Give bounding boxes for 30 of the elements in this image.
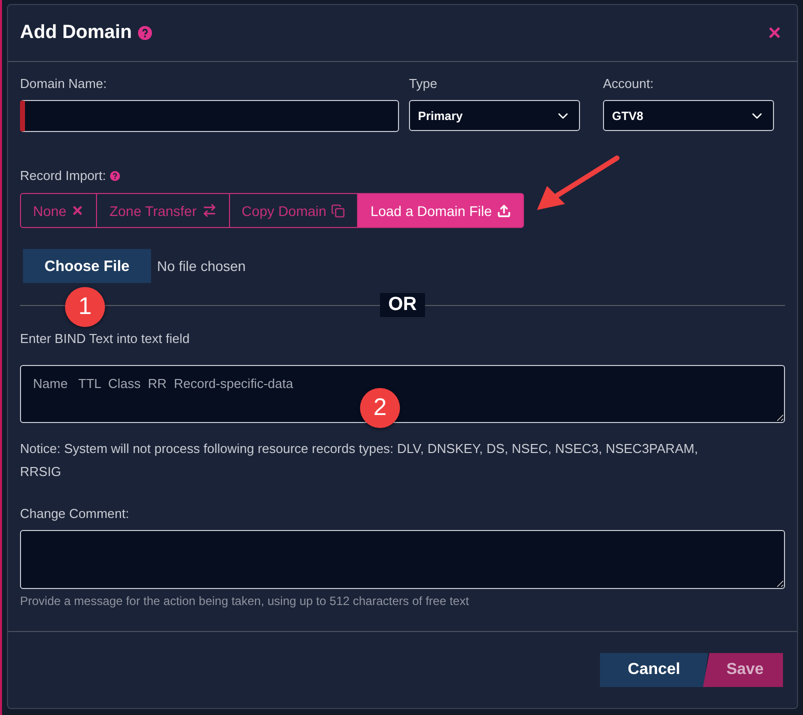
choose-file-button[interactable]: Choose File — [23, 249, 151, 283]
close-icon — [71, 204, 84, 217]
domain-name-field[interactable] — [20, 100, 399, 132]
field-label: Domain Name: — [20, 76, 108, 91]
swap-arrows-icon — [202, 203, 217, 218]
file-status: No file chosen — [157, 258, 246, 274]
comment-field[interactable] — [20, 530, 785, 589]
field-label: Change Comment: — [20, 506, 130, 521]
close-button[interactable]: × — [764, 20, 785, 46]
dialog-title: Add Domain — [20, 22, 132, 44]
field-label: Enter BIND Text into text field — [20, 331, 191, 346]
help-icon[interactable] — [110, 170, 120, 180]
dropdown-field[interactable]: Primary — [409, 100, 580, 131]
notice-text: Notice: System will not process following resource records types: DLV, DNSKEY, DS, NSEC, NSEC3, NSEC3PARAM, RRSIG — [20, 440, 699, 481]
import-option-tab[interactable]: None — [20, 193, 98, 228]
import-option-tab[interactable]: Load a Domain File — [357, 193, 524, 228]
import-option-tab[interactable]: Zone Transfer — [96, 193, 230, 228]
step-marker: 1 — [65, 287, 105, 327]
or-separator: OR — [380, 293, 425, 317]
save-button[interactable]: Save — [703, 653, 783, 687]
field-label: Record Import: — [20, 168, 106, 183]
upload-icon — [496, 204, 511, 218]
cancel-button[interactable]: Cancel — [600, 653, 708, 687]
field-label: Type — [409, 76, 438, 91]
help-icon[interactable] — [138, 26, 152, 40]
import-option-tab[interactable]: Copy Domain — [228, 193, 358, 228]
copy-icon — [331, 204, 346, 218]
hint-text: Provide a message for the action being taken, using up to 512 characters of free text — [20, 594, 470, 608]
dropdown-field[interactable]: GTV8 — [603, 100, 774, 131]
field-label: Account: — [603, 76, 655, 91]
